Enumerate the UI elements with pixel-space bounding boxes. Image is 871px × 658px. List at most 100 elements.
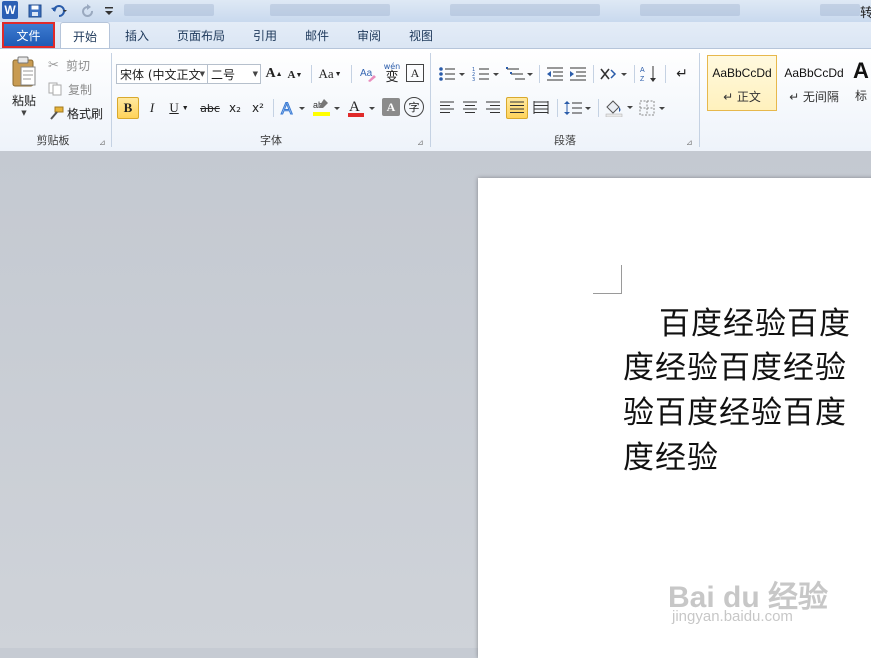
format-painter-label: 格式刷 [67, 106, 104, 121]
tab-references[interactable]: 引用 [244, 22, 286, 48]
svg-text:A: A [349, 99, 360, 115]
cut-button[interactable]: ✂ 剪切 [48, 56, 108, 74]
distributed-button[interactable] [531, 97, 551, 119]
paste-label: 粘贴 [11, 93, 36, 108]
format-painter-icon [50, 106, 64, 120]
style-heading-sample: A [853, 58, 869, 83]
align-center-button[interactable] [460, 97, 480, 119]
font-color-button[interactable]: A [345, 96, 377, 120]
clipboard-group-label: 剪贴板 [36, 134, 70, 147]
group-divider [665, 65, 666, 83]
blurred-taskbar-item [270, 4, 390, 16]
redo-icon[interactable] [80, 2, 98, 19]
character-shading-button[interactable]: A [382, 98, 400, 116]
justify-icon [510, 101, 524, 113]
copy-button[interactable]: 复制 [48, 80, 108, 98]
superscript-button[interactable]: x² [248, 97, 268, 119]
bullets-icon [439, 67, 465, 81]
align-left-button[interactable] [437, 97, 457, 119]
chevron-down-icon: ▼ [199, 70, 205, 78]
tab-insert[interactable]: 插入 [115, 22, 159, 48]
align-right-button[interactable] [483, 97, 503, 119]
change-case-icon: Aa [318, 66, 334, 81]
style-normal[interactable]: AaBbCcDd ↵ 正文 [707, 55, 777, 111]
change-case-button[interactable]: Aa ▼ [316, 64, 344, 84]
chinese-layout-button[interactable] [598, 63, 630, 85]
svg-text:A: A [281, 99, 293, 118]
customize-qat-icon[interactable] [104, 2, 114, 19]
multilevel-list-icon [506, 67, 533, 80]
grow-font-button[interactable]: A ▲ [265, 64, 283, 84]
decrease-indent-button[interactable] [545, 63, 565, 85]
increase-indent-button[interactable] [568, 63, 588, 85]
show-marks-button[interactable]: ↵ [672, 63, 692, 85]
svg-text:3: 3 [472, 77, 475, 82]
style-no-spacing[interactable]: AaBbCcDd ↵ 无间隔 [779, 55, 849, 111]
shading-button[interactable] [603, 97, 635, 119]
bold-button[interactable]: B [117, 97, 139, 119]
blurred-taskbar-item [820, 4, 860, 16]
paste-button[interactable]: 粘贴 ▼ [4, 53, 44, 119]
justify-button[interactable] [506, 97, 528, 119]
bullets-button[interactable] [437, 63, 467, 85]
shrink-font-button[interactable]: A ▼ [287, 66, 303, 84]
blurred-taskbar-item [640, 4, 740, 16]
save-icon[interactable] [26, 2, 44, 19]
scissors-icon: ✂ [48, 57, 59, 73]
sort-button[interactable]: AZ [639, 62, 659, 86]
text-effects-icon: A [281, 99, 305, 118]
italic-button[interactable]: I [143, 97, 161, 119]
title-bar: W 转 [0, 0, 871, 22]
clipboard-launcher-icon[interactable]: ⊿ [99, 139, 107, 147]
document-text-line[interactable]: 度经验百度经验 [623, 342, 847, 387]
underline-button[interactable]: U ▼ [165, 97, 193, 119]
group-divider [598, 99, 599, 117]
document-text-line[interactable]: 验百度经验百度 [623, 387, 847, 432]
document-text-line[interactable]: 百度经验百度 [659, 298, 851, 343]
tab-view[interactable]: 视图 [400, 22, 442, 48]
svg-text:Aa: Aa [360, 68, 373, 79]
style-no-spacing-sample: AaBbCcDd [784, 66, 844, 80]
tab-file[interactable]: 文件 [2, 22, 55, 48]
numbering-button[interactable]: 123 [471, 63, 501, 85]
text-effects-button[interactable]: A [279, 96, 307, 120]
character-border-button[interactable]: A [406, 64, 424, 82]
borders-button[interactable] [638, 97, 668, 119]
font-launcher-icon[interactable]: ⊿ [417, 139, 425, 147]
line-spacing-button[interactable] [563, 97, 593, 119]
align-right-icon [486, 101, 500, 113]
blurred-title-area [124, 4, 214, 16]
chevron-down-icon: ▼ [252, 70, 258, 78]
word-app-icon[interactable]: W [2, 1, 18, 19]
baidu-watermark-url: jingyan.baidu.com [672, 608, 793, 625]
strikethrough-button[interactable]: abc [198, 97, 222, 119]
ribbon: 粘贴 ▼ ✂ 剪切 复制 格式刷 剪贴板 ⊿ 宋体 (中文正文 ▼ 二号 ▼ A… [0, 48, 871, 152]
clear-formatting-button[interactable]: Aa [358, 63, 378, 85]
character-border-icon: A [410, 65, 420, 80]
undo-icon[interactable] [48, 2, 70, 19]
multilevel-list-button[interactable] [505, 63, 535, 85]
tab-mailings[interactable]: 邮件 [296, 22, 338, 48]
style-no-spacing-name: ↵ 无间隔 [789, 90, 839, 104]
numbering-icon: 123 [472, 67, 499, 82]
enclose-characters-button[interactable]: 字 [404, 97, 424, 117]
svg-text:Z: Z [640, 76, 645, 83]
font-size-combo[interactable]: 二号 ▼ [207, 64, 261, 84]
paragraph-launcher-icon[interactable]: ⊿ [686, 139, 694, 147]
font-name-combo[interactable]: 宋体 (中文正文 ▼ [116, 64, 208, 84]
crop-mark [593, 265, 622, 294]
document-text-line[interactable]: 度经验 [623, 432, 719, 477]
paragraph-group-label: 段落 [554, 134, 576, 147]
tab-review[interactable]: 审阅 [348, 22, 390, 48]
highlighter-icon: ab [313, 99, 340, 116]
style-heading-1[interactable]: A 标 [851, 55, 871, 111]
highlight-color-button[interactable]: ab [310, 96, 342, 120]
subscript-button[interactable]: x₂ [225, 97, 245, 119]
tab-page-layout[interactable]: 页面布局 [168, 22, 234, 48]
shrink-font-icon: A [287, 69, 296, 81]
phonetic-guide-button[interactable]: wén 变 [382, 61, 402, 85]
borders-icon [639, 100, 665, 116]
group-divider [593, 65, 594, 83]
format-painter-button[interactable]: 格式刷 [48, 104, 110, 122]
tab-home[interactable]: 开始 [60, 22, 110, 49]
